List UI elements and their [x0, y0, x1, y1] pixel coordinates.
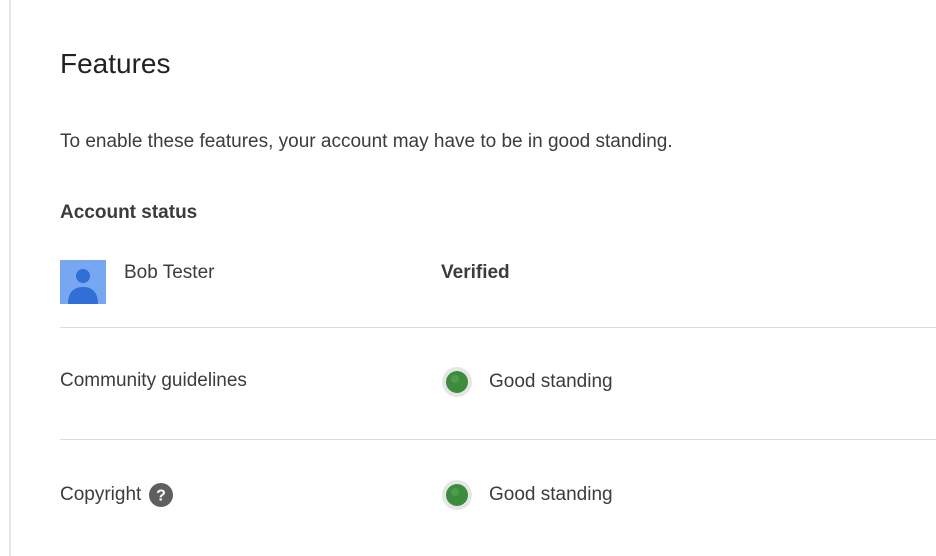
copyright-status-text: Good standing: [489, 484, 613, 505]
row-divider: [60, 327, 936, 328]
community-guidelines-row: Community guidelines Good standing: [60, 360, 936, 406]
copyright-status: Good standing: [441, 479, 613, 511]
status-dot-icon: [441, 479, 473, 511]
page-title: Features: [60, 48, 171, 79]
status-dot-icon: [441, 366, 473, 398]
svg-text:?: ?: [156, 488, 166, 505]
community-guidelines-status-text: Good standing: [489, 371, 613, 392]
community-guidelines-label: Community guidelines: [60, 370, 247, 392]
person-icon: [60, 260, 106, 304]
copyright-label-text: Copyright: [60, 484, 142, 505]
copyright-label: Copyright ?: [60, 483, 174, 507]
community-guidelines-label-text: Community guidelines: [60, 370, 247, 391]
features-panel: Features To enable these features, your …: [0, 0, 936, 556]
account-row: Bob Tester Verified: [60, 256, 936, 306]
account-status-heading: Account status: [60, 202, 198, 223]
row-divider: [60, 439, 936, 440]
copyright-row: Copyright ? Good standing: [60, 473, 936, 519]
panel-left-border: [9, 0, 11, 556]
community-guidelines-status: Good standing: [441, 366, 613, 398]
features-description: To enable these features, your account m…: [60, 131, 673, 152]
account-name: Bob Tester: [124, 262, 215, 283]
verification-status: Verified: [441, 262, 510, 283]
avatar: [60, 260, 106, 304]
help-icon[interactable]: ?: [149, 483, 174, 507]
